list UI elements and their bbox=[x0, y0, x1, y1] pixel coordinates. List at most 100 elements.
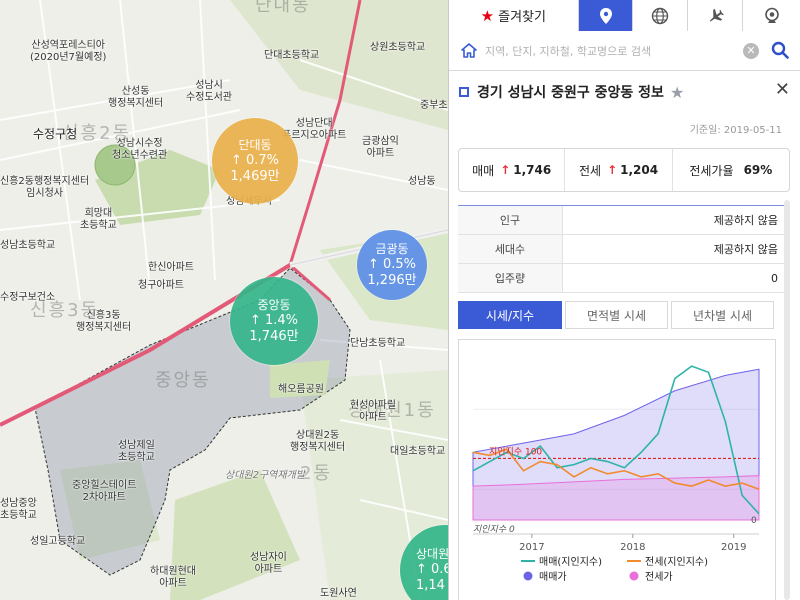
map-place-label[interactable]: 상대원2구역재개발 bbox=[225, 470, 305, 482]
map-place-label[interactable]: 수정구청 bbox=[33, 128, 77, 140]
map-place-label[interactable]: 산성동 행정복지센터 bbox=[108, 86, 163, 110]
map-place-label[interactable]: 성남시수정 청소년수련관 bbox=[112, 138, 167, 162]
square-bullet-icon bbox=[459, 87, 469, 97]
place-name: 하대원현대 bbox=[150, 566, 196, 577]
map-place-label[interactable]: 청구아파트 bbox=[138, 280, 184, 292]
bubble-name: 중앙동 bbox=[257, 298, 291, 312]
search-bar: ✕ bbox=[449, 31, 800, 71]
tab-favorites[interactable]: ★ 즐겨찾기 bbox=[449, 0, 579, 31]
sale-value: 1,746 bbox=[513, 163, 552, 177]
place-name: 금광삼익 bbox=[362, 136, 399, 147]
map-place-label[interactable]: 대일초등학교 bbox=[390, 446, 445, 458]
place-sub: (2020년7월예정) bbox=[30, 52, 107, 63]
tab-favorites-label: 즐겨찾기 bbox=[498, 10, 546, 25]
map-place-label[interactable]: 중앙힐스테이트 2차아파트 bbox=[72, 480, 136, 504]
map-place-label[interactable]: 성남중앙 초등학교 bbox=[0, 498, 37, 522]
map-place-label[interactable]: 단대초등학교 bbox=[264, 50, 319, 62]
map-place-label[interactable]: 해오름공원 bbox=[278, 384, 324, 396]
search-icon[interactable] bbox=[771, 41, 789, 59]
tab-globe[interactable] bbox=[633, 0, 689, 31]
legend-label: 매매(지인지수) bbox=[539, 556, 602, 568]
x-tick-label: 2017 bbox=[519, 542, 544, 553]
stat-value: 제공하지 않음 bbox=[713, 214, 778, 227]
clear-search-icon[interactable]: ✕ bbox=[743, 43, 759, 59]
jeonse-price: 전세 ↑ 1,204 bbox=[564, 149, 671, 191]
map-place-label[interactable]: 성남초등학교 bbox=[0, 240, 55, 252]
tab-area-price[interactable]: 면적별 시세 bbox=[565, 301, 668, 329]
scrollbar[interactable] bbox=[783, 200, 791, 600]
map-place-label[interactable]: 성남자이 아파트 bbox=[250, 552, 287, 576]
up-arrow-icon: ↑ bbox=[500, 163, 511, 177]
ratio-label: 전세가율 bbox=[689, 163, 734, 178]
map-place-label[interactable]: 신흥2동행정복지센터 임시청사 bbox=[0, 176, 89, 200]
map-place-label[interactable]: 도원사연 bbox=[320, 588, 357, 600]
map-place-label[interactable]: 상대원2동 행정복지센터 bbox=[290, 430, 345, 454]
home-icon[interactable] bbox=[461, 43, 477, 58]
bubble-change-value: 0.7% bbox=[246, 153, 280, 168]
place-sub: 임시청사 bbox=[26, 188, 63, 199]
location-pin-icon bbox=[599, 7, 612, 24]
place-sub: 아파트 bbox=[159, 578, 187, 589]
bubble-change: ↑ 1.4% bbox=[249, 313, 299, 328]
jeonse-label: 전세 bbox=[578, 163, 602, 178]
map-place-label[interactable]: 현성아파릴 아파트 bbox=[350, 400, 396, 424]
search-input[interactable] bbox=[485, 40, 735, 62]
x-tick-label: 2019 bbox=[721, 542, 746, 553]
stat-value: 제공하지 않음 bbox=[713, 243, 778, 256]
ratio-value: 69% bbox=[743, 163, 773, 177]
tab-webcam[interactable] bbox=[743, 0, 800, 31]
table-row: 입주량 0 bbox=[458, 264, 790, 293]
annotation-label: 지인지수 0 bbox=[473, 524, 515, 535]
map-place-label[interactable]: 성남제일 초등학교 bbox=[118, 440, 155, 464]
jeonse-ratio: 전세가율 69% bbox=[671, 149, 789, 191]
map-place-label[interactable]: 성일고등학교 bbox=[30, 536, 85, 548]
close-icon[interactable]: ✕ bbox=[775, 79, 790, 100]
place-name: 성남자이 bbox=[250, 552, 287, 563]
legend-label: 매매가 bbox=[539, 571, 567, 583]
up-arrow-icon: ↑ bbox=[607, 163, 618, 177]
bubble-count: 1,469만 bbox=[230, 169, 280, 184]
star-icon: ★ bbox=[480, 6, 495, 25]
price-summary: 매매 ↑ 1,746 전세 ↑ 1,204 전세가율 69% bbox=[458, 148, 790, 192]
map-place-label[interactable]: 단남초등학교 bbox=[350, 338, 405, 350]
annotation-label: 지인지수 100 bbox=[489, 446, 542, 457]
map-place-label[interactable]: 희망대 초등학교 bbox=[80, 208, 117, 232]
map-place-label[interactable]: 수정구보건소 bbox=[0, 292, 55, 304]
place-name: 신흥2동행정복지센터 bbox=[0, 176, 90, 187]
table-row: 세대수 제공하지 않음 bbox=[458, 235, 790, 264]
map-place-label[interactable]: 금광삼익 아파트 bbox=[362, 136, 399, 160]
info-header: 경기 성남시 중원구 중앙동 정보 ★ ✕ bbox=[449, 71, 800, 109]
place-sub: 2차아파트 bbox=[82, 492, 126, 503]
place-sub: 아파트 bbox=[359, 412, 387, 423]
map-place-label[interactable]: 신흥3동 행정복지센터 bbox=[76, 310, 131, 334]
price-bubble-geumgwang[interactable]: 금광동 ↑ 0.5% 1,296만 bbox=[357, 230, 427, 300]
webcam-icon bbox=[764, 7, 779, 23]
bubble-change: ↑ 0.7% bbox=[230, 153, 280, 168]
map-view[interactable]: 신흥2동 신흥3동 중앙동 단대동 상대원1동 2동 산성역포레스티아 (2020… bbox=[0, 0, 448, 600]
district-name: 단대동 bbox=[255, 0, 311, 16]
tab-price-index[interactable]: 시세/지수 bbox=[458, 301, 562, 329]
legend-label: 전세(지인지수) bbox=[645, 556, 708, 568]
bubble-change-value: 1.4% bbox=[265, 313, 299, 328]
bubble-change-value: 0.6 bbox=[431, 562, 448, 577]
place-sub: 행정복지센터 bbox=[290, 442, 346, 453]
map-place-label[interactable]: 하대원현대 아파트 bbox=[150, 566, 196, 590]
tab-year-price[interactable]: 년차별 시세 bbox=[671, 301, 774, 329]
map-place-label[interactable]: 한신아파트 bbox=[148, 262, 194, 274]
stat-key: 입주량 bbox=[458, 264, 563, 292]
stat-value: 0 bbox=[771, 271, 778, 285]
price-bubble-dandae[interactable]: 단대동 ↑ 0.7% 1,469만 bbox=[212, 118, 298, 204]
map-place-label[interactable]: 중부초 bbox=[420, 100, 448, 112]
map-place-label[interactable]: 성남시 수정도서관 bbox=[186, 80, 232, 104]
sale-price: 매매 ↑ 1,746 bbox=[459, 149, 564, 191]
price-bubble-jungang[interactable]: 중앙동 ↑ 1.4% 1,746만 bbox=[230, 277, 318, 365]
map-place-label[interactable]: 성남동 bbox=[408, 176, 436, 188]
map-place-label[interactable]: 산성역포레스티아 (2020년7월예정) bbox=[30, 40, 106, 64]
tab-location[interactable] bbox=[578, 0, 634, 31]
favorite-star-icon[interactable]: ★ bbox=[670, 83, 684, 102]
place-name: 성남시수정 bbox=[116, 138, 163, 149]
tab-airplane[interactable] bbox=[688, 0, 744, 31]
x-tick-label: 2018 bbox=[620, 542, 645, 553]
place-sub: 초등학교 bbox=[118, 452, 155, 463]
map-place-label[interactable]: 상원초등학교 bbox=[370, 42, 425, 54]
